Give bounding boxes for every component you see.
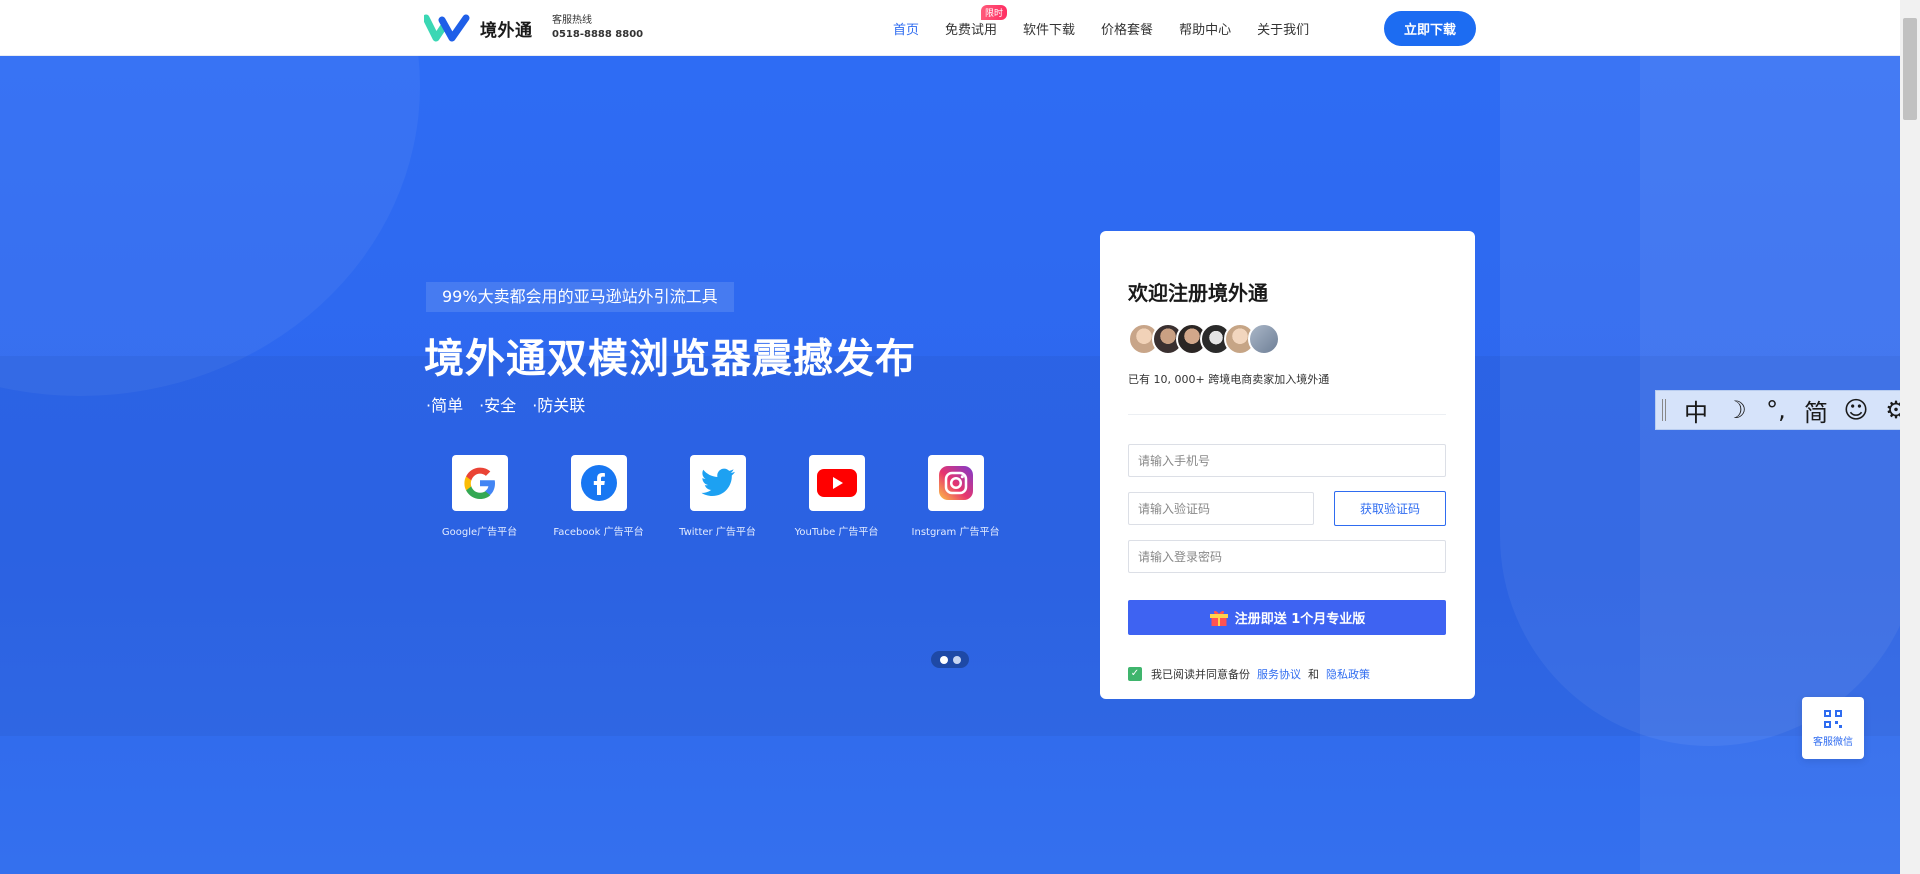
platform-list: Google广告平台 Facebook 广告平台 Twitter 广告平台 Yo… — [420, 455, 1015, 538]
ime-simplified[interactable]: 简 — [1796, 393, 1836, 428]
nav-item-pricing[interactable]: 价格套餐 — [1101, 19, 1153, 38]
logo-mark-icon — [424, 14, 470, 42]
smiley-icon[interactable]: ☺ — [1836, 396, 1876, 424]
customer-service-label: 客服微信 — [1813, 736, 1853, 748]
join-count-text: 已有 10, 000+ 跨境电商卖家加入境外通 — [1128, 373, 1330, 386]
password-input[interactable] — [1128, 540, 1446, 573]
youtube-icon — [808, 455, 865, 511]
platform-label: Instgram 广告平台 — [911, 527, 1000, 538]
platform-label: Google广告平台 — [441, 527, 518, 538]
register-title: 欢迎注册境外通 — [1128, 281, 1268, 305]
phone-input[interactable] — [1128, 444, 1446, 477]
qr-code-icon — [1824, 709, 1842, 728]
ime-punctuation[interactable]: °, — [1756, 396, 1796, 424]
hotline-number: 0518-8888 8800 — [552, 29, 644, 40]
nav-item-download[interactable]: 软件下载 — [1023, 19, 1075, 38]
agreement-row: ✓ 我已阅读并同意备份 服务协议 和 隐私政策 — [1128, 666, 1377, 682]
feature-item: ·简单 — [426, 396, 464, 415]
hotline: 客服热线 0518-8888 8800 — [552, 14, 643, 42]
ime-chinese-mode[interactable]: 中 — [1676, 393, 1716, 428]
instagram-icon — [927, 455, 984, 511]
hotline-label: 客服热线 — [552, 15, 592, 26]
customer-service-float[interactable]: 客服微信 — [1802, 697, 1864, 759]
logo-text: 境外通 — [480, 20, 533, 41]
gift-icon — [1209, 610, 1228, 626]
privacy-policy-link[interactable]: 隐私政策 — [1326, 666, 1370, 682]
feature-item: ·安全 — [479, 396, 517, 415]
nav-item-home[interactable]: 首页 — [893, 19, 919, 38]
carousel-indicator — [931, 651, 969, 668]
bg-decoration — [0, 356, 1900, 736]
ime-toolbar: 中 ☽ °, 简 ☺ ⚙ — [1655, 390, 1920, 430]
site-header: 境外通 客服热线 0518-8888 8800 首页 免费试用 限时 软件下载 … — [0, 0, 1900, 56]
and-text: 和 — [1308, 668, 1319, 681]
logo[interactable]: 境外通 — [424, 14, 533, 42]
google-icon — [451, 455, 508, 511]
nav-item-help[interactable]: 帮助中心 — [1179, 19, 1231, 38]
register-submit-button[interactable]: 注册即送 1个月专业版 — [1128, 600, 1446, 635]
hero-features: ·简单 ·安全 ·防关联 — [426, 392, 585, 416]
agree-text: 我已阅读并同意备份 — [1151, 668, 1250, 681]
platform-facebook[interactable]: Facebook 广告平台 — [539, 455, 658, 538]
facebook-icon — [570, 455, 627, 511]
hero-tagline: 99%大卖都会用的亚马逊站外引流工具 — [426, 282, 734, 312]
moon-icon[interactable]: ☽ — [1716, 396, 1756, 424]
limited-badge: 限时 — [981, 4, 1008, 20]
service-agreement-link[interactable]: 服务协议 — [1257, 666, 1301, 682]
carousel-dot[interactable] — [952, 655, 961, 664]
register-submit-label: 注册即送 1个月专业版 — [1234, 612, 1366, 627]
twitter-icon — [689, 455, 746, 511]
nav-item-free-trial[interactable]: 免费试用 限时 — [945, 4, 1008, 38]
platform-label: Facebook 广告平台 — [553, 527, 644, 538]
bg-decoration — [0, 56, 420, 396]
hero-headline: 境外通双模浏览器震撼发布 — [424, 336, 916, 382]
nav-item-about[interactable]: 关于我们 — [1257, 19, 1309, 38]
page-scrollbar[interactable] — [1900, 0, 1920, 874]
avatar-group — [1128, 323, 1280, 355]
agree-checkbox[interactable]: ✓ — [1128, 667, 1142, 681]
platform-youtube[interactable]: YouTube 广告平台 — [777, 455, 896, 538]
platform-label: YouTube 广告平台 — [794, 527, 879, 538]
avatar — [1248, 323, 1280, 355]
divider — [1128, 414, 1446, 415]
download-now-button[interactable]: 立即下载 — [1384, 11, 1476, 46]
feature-item: ·防关联 — [532, 396, 586, 415]
main-nav: 首页 免费试用 限时 软件下载 价格套餐 帮助中心 关于我们 — [880, 0, 1322, 56]
verification-code-input[interactable] — [1128, 492, 1314, 525]
platform-label: Twitter 广告平台 — [679, 527, 756, 538]
carousel-dot[interactable] — [939, 655, 948, 664]
register-card: 欢迎注册境外通 已有 10, 000+ 跨境电商卖家加入境外通 获取验证码 注册… — [1100, 231, 1475, 699]
ime-drag-handle[interactable] — [1662, 399, 1666, 421]
get-code-button[interactable]: 获取验证码 — [1334, 491, 1446, 526]
platform-google[interactable]: Google广告平台 — [420, 455, 539, 538]
platform-instagram[interactable]: Instgram 广告平台 — [896, 455, 1015, 538]
platform-twitter[interactable]: Twitter 广告平台 — [658, 455, 777, 538]
nav-item-label: 免费试用 — [945, 22, 998, 38]
scrollbar-thumb[interactable] — [1903, 18, 1917, 120]
